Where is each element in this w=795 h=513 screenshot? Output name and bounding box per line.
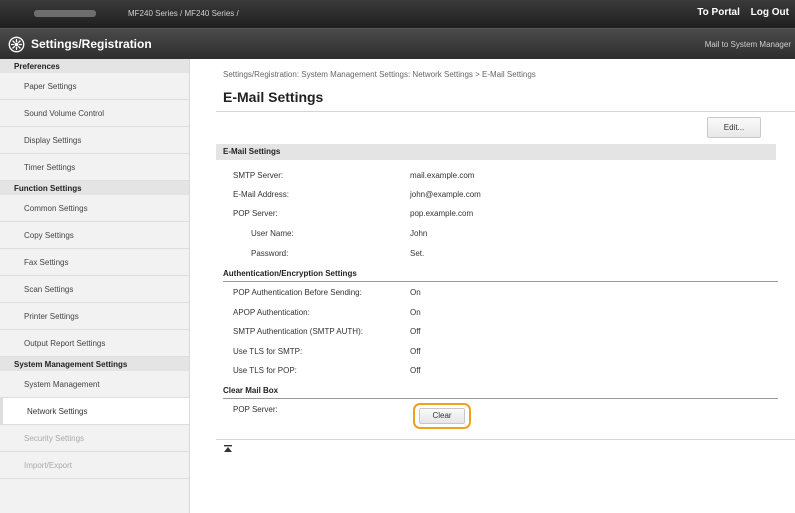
page-title: E-Mail Settings [223,89,324,105]
user-name-value: John [410,229,428,238]
device-name: MF240 Series / MF240 Series / [128,9,239,18]
sidebar-item-security-settings[interactable]: Security Settings [0,425,189,452]
pop-auth-before-sending-value: On [410,288,421,297]
bottom-divider [216,439,795,440]
sidebar-item-fax-settings[interactable]: Fax Settings [0,249,189,276]
email-settings-section-header: E-Mail Settings [216,144,776,160]
smtp-server-value: mail.example.com [410,171,475,180]
apop-auth-value: On [410,308,421,317]
edit-button[interactable]: Edit... [707,117,761,138]
tls-smtp-value: Off [410,347,421,356]
sidebar-item-scan-settings[interactable]: Scan Settings [0,276,189,303]
sidebar-item-display-settings[interactable]: Display Settings [0,127,189,154]
app-title-bar: Settings/Registration Mail to System Man… [0,28,795,59]
app-title: Settings/Registration [31,37,152,51]
sidebar-item-common-settings[interactable]: Common Settings [0,195,189,222]
pop-server-value: pop.example.com [410,209,474,218]
pop-server-label: POP Server: [233,209,278,218]
mail-to-system-manager-link[interactable]: Mail to System Manager [705,40,791,49]
auth-encryption-header: Authentication/Encryption Settings [223,269,357,278]
clear-pop-server-label: POP Server: [233,405,278,414]
sidebar-item-system-management[interactable]: System Management [0,371,189,398]
blurred-hostname [34,10,96,18]
sidebar-item-output-report-settings[interactable]: Output Report Settings [0,330,189,357]
divider [216,111,795,112]
sidebar-item-timer-settings[interactable]: Timer Settings [0,154,189,181]
clear-mail-box-header: Clear Mail Box [223,386,279,395]
tls-smtp-label: Use TLS for SMTP: [233,347,303,356]
sidebar-group-header: System Management Settings [0,357,189,371]
settings-gear-icon [8,36,25,53]
smtp-auth-value: Off [410,327,421,336]
password-label: Password: [251,249,289,258]
email-address-value: john@example.com [410,190,481,199]
device-path: MF240 Series / MF240 Series / [34,9,239,18]
password-value: Set. [410,249,425,258]
clear-mail-box-divider [223,398,778,399]
back-to-top-icon[interactable] [223,444,233,454]
tls-pop-label: Use TLS for POP: [233,366,297,375]
tls-pop-value: Off [410,366,421,375]
log-out-link[interactable]: Log Out [751,7,789,18]
smtp-auth-label: SMTP Authentication (SMTP AUTH): [233,327,363,336]
sidebar-item-copy-settings[interactable]: Copy Settings [0,222,189,249]
main-content: Settings/Registration: System Management… [190,59,795,513]
top-header-bar: MF240 Series / MF240 Series / To Portal … [0,0,795,28]
breadcrumb: Settings/Registration: System Management… [223,70,536,79]
apop-auth-label: APOP Authentication: [233,308,310,317]
pop-auth-before-sending-label: POP Authentication Before Sending: [233,288,362,297]
sidebar-item-printer-settings[interactable]: Printer Settings [0,303,189,330]
smtp-server-label: SMTP Server: [233,171,284,180]
user-name-label: User Name: [251,229,294,238]
sidebar-item-paper-settings[interactable]: Paper Settings [0,73,189,100]
to-portal-link[interactable]: To Portal [697,7,740,18]
sidebar-item-network-settings[interactable]: Network Settings [0,398,189,425]
clear-button-highlight: Clear [413,403,471,429]
auth-divider [223,281,778,282]
email-address-label: E-Mail Address: [233,190,290,199]
sidebar: Preferences Paper Settings Sound Volume Co… [0,59,190,513]
clear-button[interactable]: Clear [419,408,465,424]
sidebar-item-sound-volume-control[interactable]: Sound Volume Control [0,100,189,127]
sidebar-group-header: Preferences [0,59,189,73]
sidebar-group-header: Function Settings [0,181,189,195]
header-links: To Portal Log Out [689,7,789,18]
sidebar-item-import-export[interactable]: Import/Export [0,452,189,479]
